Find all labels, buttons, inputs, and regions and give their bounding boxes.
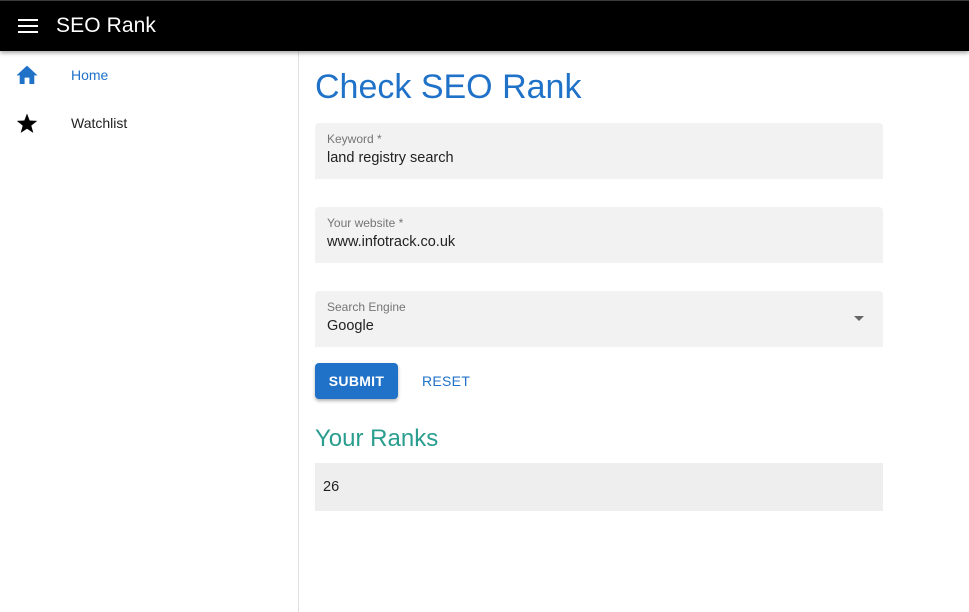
website-field[interactable]: Your website * www.infotrack.co.uk	[315, 207, 883, 263]
app-title: SEO Rank	[56, 14, 157, 37]
submit-button[interactable]: SUBMIT	[315, 363, 398, 399]
keyword-field[interactable]: Keyword * land registry search	[315, 123, 883, 179]
page-title: Check SEO Rank	[315, 68, 582, 106]
star-icon	[0, 112, 71, 134]
search-engine-select[interactable]: Search Engine Google	[315, 291, 883, 347]
sidebar-item-home[interactable]: Home	[0, 51, 298, 99]
sidebar-item-label: Home	[71, 67, 109, 83]
form-actions: SUBMIT RESET	[315, 363, 883, 399]
menu-button[interactable]	[0, 1, 56, 51]
website-value: www.infotrack.co.uk	[327, 234, 456, 250]
search-engine-value: Google	[327, 318, 374, 334]
home-icon	[0, 65, 71, 85]
rank-result: 26	[315, 463, 883, 511]
sidebar-item-label: Watchlist	[71, 115, 128, 131]
menu-icon	[18, 19, 38, 33]
reset-button[interactable]: RESET	[406, 363, 486, 399]
dropdown-arrow-icon	[854, 316, 864, 321]
website-label: Your website *	[327, 216, 404, 230]
main-content: Check SEO Rank Keyword * land registry s…	[315, 51, 883, 511]
search-engine-label: Search Engine	[327, 300, 406, 314]
keyword-value: land registry search	[327, 150, 454, 166]
sidebar: Home Watchlist	[0, 51, 299, 612]
sidebar-item-watchlist[interactable]: Watchlist	[0, 99, 298, 147]
ranks-title: Your Ranks	[315, 425, 439, 452]
keyword-label: Keyword *	[327, 132, 382, 146]
app-bar: SEO Rank	[0, 0, 969, 51]
